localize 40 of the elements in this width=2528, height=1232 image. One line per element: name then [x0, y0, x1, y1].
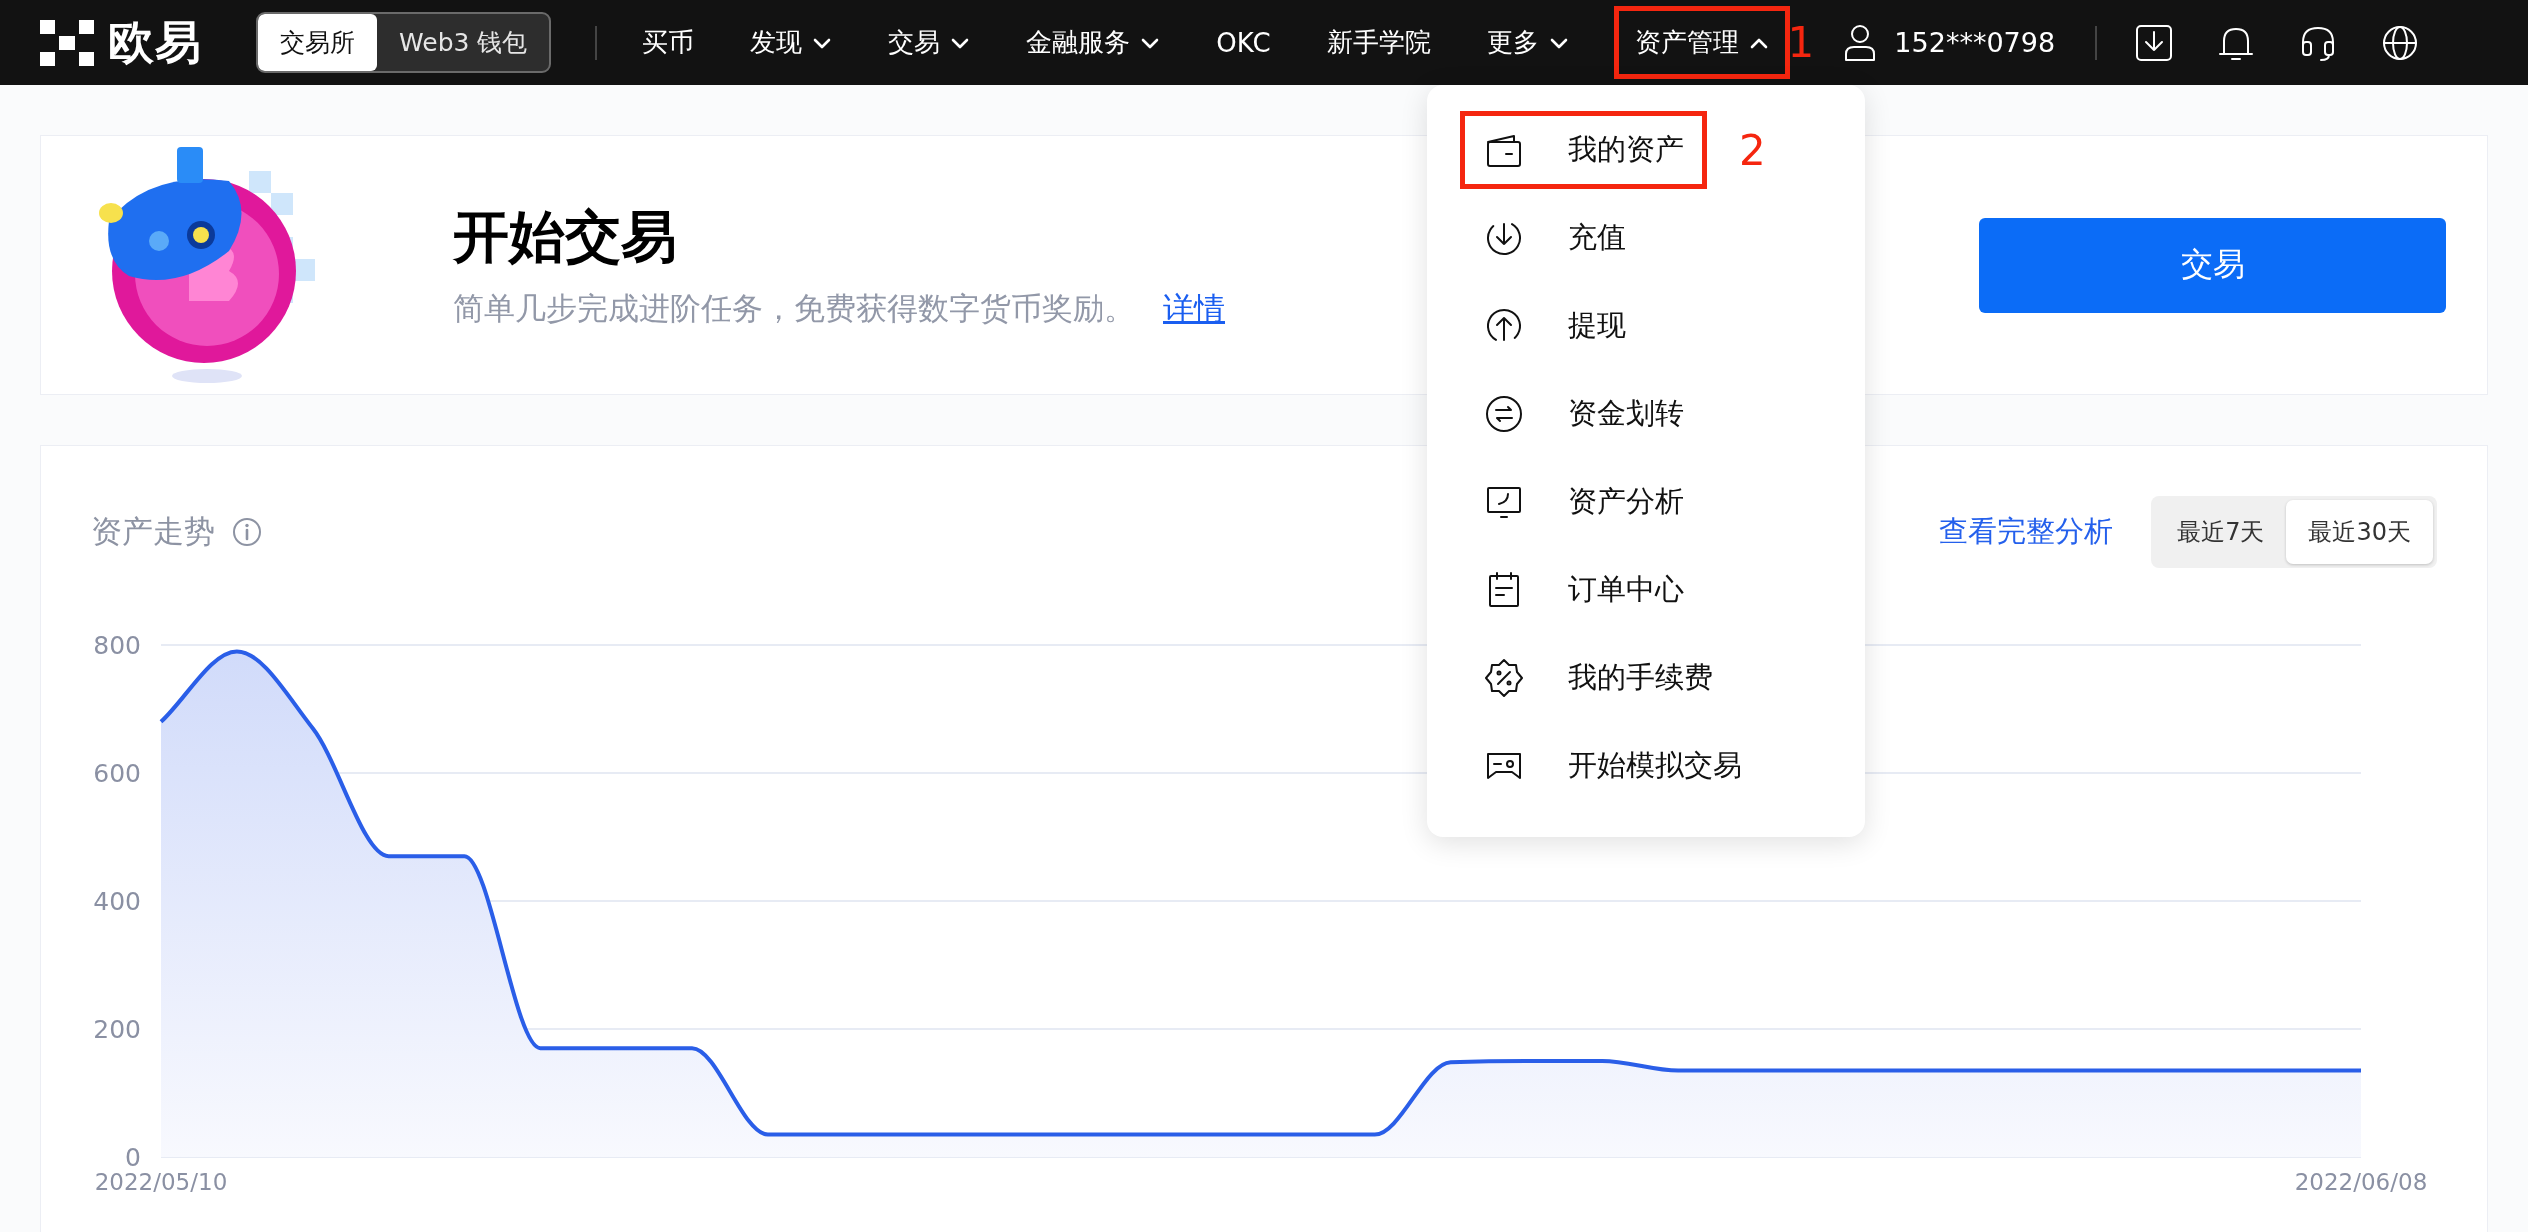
mode-tab[interactable]: Web3 钱包 — [377, 14, 550, 71]
logo-text: 欧易 — [108, 13, 202, 71]
nav-item[interactable]: 新手学院 — [1315, 6, 1442, 79]
banner-title: 开始交易 — [453, 203, 677, 271]
callout-number: 2 — [1739, 125, 1766, 175]
menu-item[interactable]: 开始模拟交易 — [1460, 727, 1765, 805]
nav-item[interactable]: OKC — [1205, 8, 1282, 77]
menu-item[interactable]: 我的手续费 — [1460, 639, 1736, 717]
banner-subtitle: 简单几步完成进阶任务，免费获得数字货币奖励。 — [453, 289, 1135, 328]
nav-item[interactable]: 更多 — [1475, 6, 1580, 79]
axis-label: 600 — [93, 759, 141, 788]
menu-item[interactable]: 资金划转 — [1460, 375, 1707, 453]
range-tab[interactable]: 最近7天 — [2155, 500, 2287, 564]
menu-item[interactable]: 我的资产 — [1460, 111, 1707, 189]
range-tab[interactable]: 最近30天 — [2286, 500, 2433, 564]
full-analysis-link[interactable]: 查看完整分析 — [1939, 512, 2114, 552]
menu-item[interactable]: 订单中心 — [1460, 551, 1707, 629]
axis-label: 200 — [93, 1015, 141, 1044]
account-button[interactable]: 152***0798 — [1842, 22, 2056, 63]
axis-label: 2022/06/08 — [2294, 1169, 2428, 1195]
nav-item[interactable]: 资产管理 — [1613, 6, 1790, 79]
info-icon — [231, 516, 263, 548]
menu-item[interactable]: 提现 — [1460, 287, 1649, 365]
nav-item[interactable]: 金融服务 — [1015, 6, 1172, 79]
trade-button[interactable]: 交易 — [1979, 217, 2446, 313]
nav-item[interactable]: 交易 — [877, 6, 982, 79]
mode-tab[interactable]: 交易所 — [258, 14, 377, 71]
menu-item[interactable]: 充值 — [1460, 199, 1649, 277]
logo-icon — [40, 19, 94, 66]
nav-item[interactable]: 发现 — [739, 6, 844, 79]
axis-label: 0 — [125, 1143, 141, 1172]
axis-label: 2022/05/10 — [94, 1169, 228, 1195]
axis-label: 800 — [93, 631, 141, 660]
callout-number: 1 — [1787, 18, 1815, 67]
axis-label: 400 — [93, 887, 141, 916]
menu-item[interactable]: 资产分析 — [1460, 463, 1707, 541]
nav-item[interactable]: 买币 — [631, 6, 706, 79]
details-link[interactable]: 详情 — [1163, 288, 1225, 330]
percent-badge-icon — [1482, 656, 1526, 700]
chart-title: 资产走势 — [91, 512, 215, 551]
